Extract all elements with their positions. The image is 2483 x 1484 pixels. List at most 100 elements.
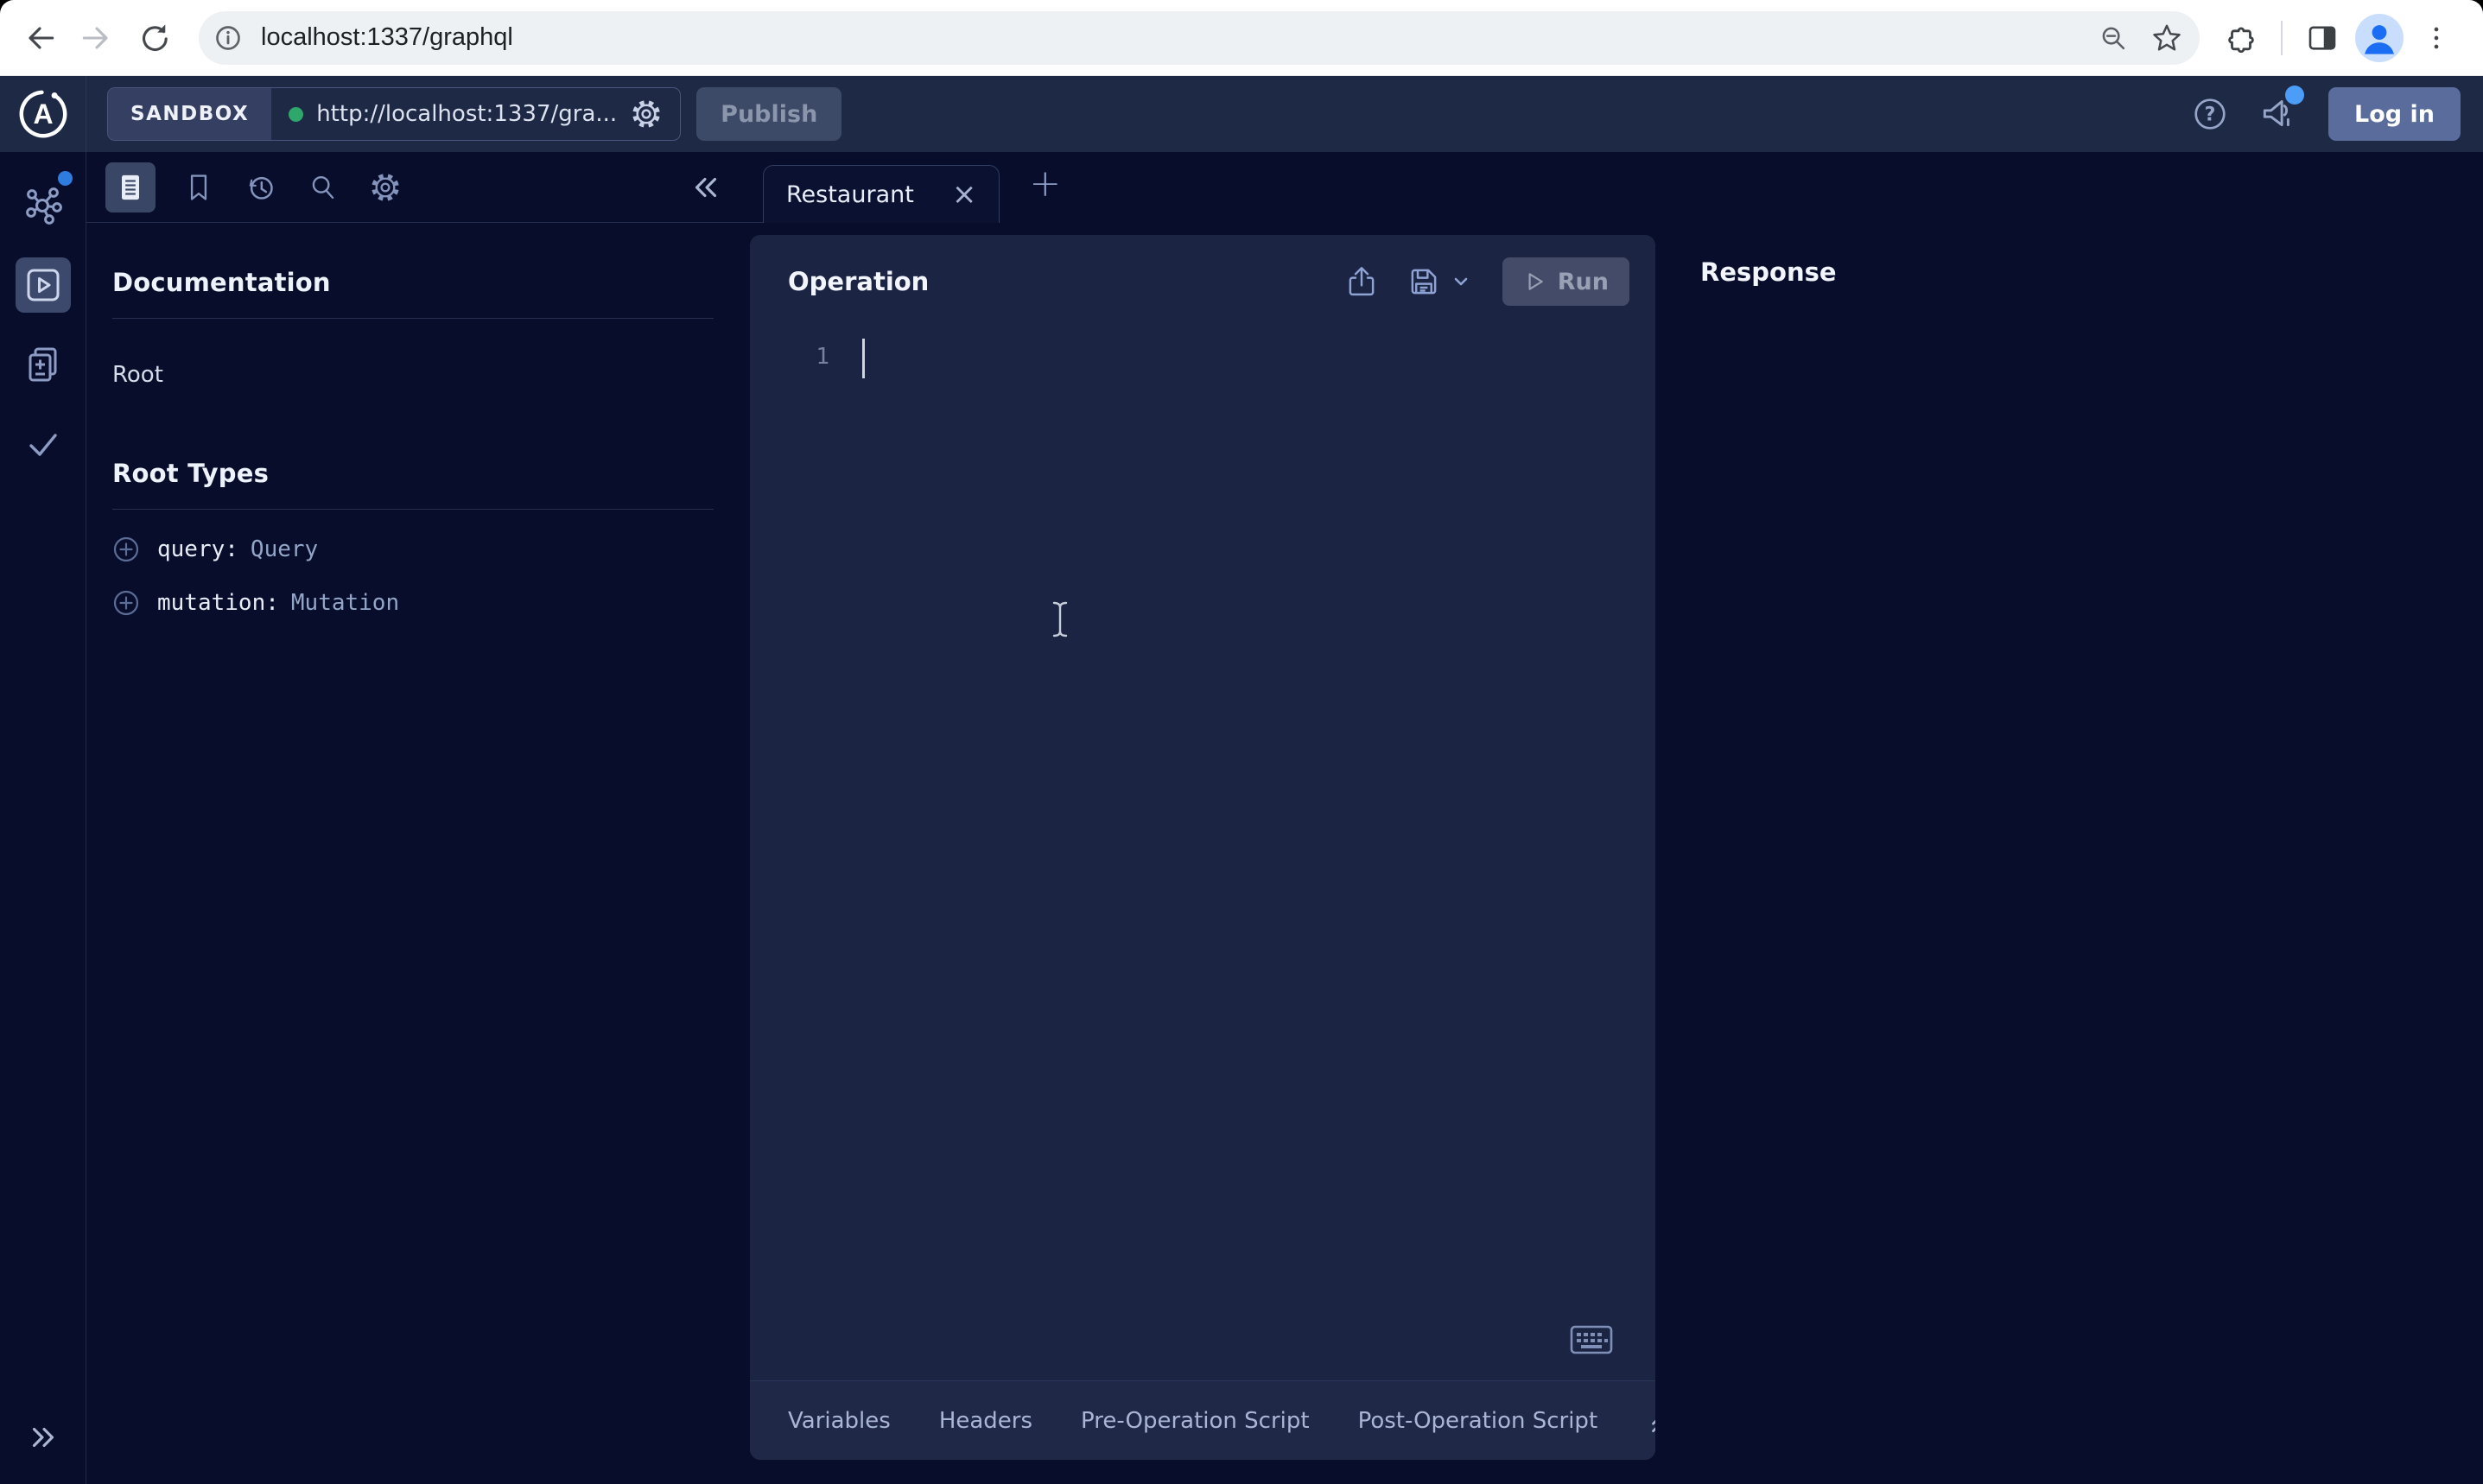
expand-sidebar-button[interactable] (25, 1420, 61, 1458)
history-clock-icon (244, 170, 278, 205)
apollo-header-right: ? Log in (2190, 87, 2461, 141)
post-operation-script-tab[interactable]: Post-Operation Script (1358, 1408, 1598, 1434)
double-chevron-right-icon (25, 1420, 61, 1455)
add-field-icon[interactable] (112, 536, 140, 563)
collapse-docs-button[interactable] (688, 170, 724, 205)
double-chevron-left-icon (688, 170, 724, 205)
document-list-icon (113, 170, 148, 205)
share-operation-icon[interactable] (1343, 263, 1380, 300)
endpoint-url[interactable]: http://localhost:1337/gra... (316, 101, 617, 127)
site-info-button[interactable] (207, 17, 249, 59)
zoom-page-button[interactable] (2092, 17, 2134, 59)
line-number: 1 (750, 344, 829, 1380)
browser-profile-avatar[interactable] (2355, 14, 2404, 62)
nav-schema-button[interactable] (16, 178, 71, 233)
endpoint-cell[interactable]: http://localhost:1337/gra... (271, 88, 680, 140)
help-icon[interactable]: ? (2190, 94, 2230, 134)
documentation-title: Documentation (112, 268, 714, 297)
info-icon (211, 21, 245, 55)
new-tab-button[interactable]: + (1029, 165, 1061, 203)
sandbox-badge: SANDBOX (108, 88, 271, 140)
double-chevron-up-icon (1646, 1406, 1655, 1436)
side-panel-button[interactable] (2298, 14, 2346, 62)
nav-checks-button[interactable] (16, 416, 71, 472)
endpoint-group: SANDBOX http://localhost:1337/gra... (107, 87, 681, 141)
variables-tab[interactable]: Variables (788, 1408, 891, 1434)
schema-notification-dot (58, 171, 73, 186)
reload-icon (135, 19, 173, 57)
workspace: Restaurant × + Operation (750, 152, 2483, 1484)
root-type-row-mutation: mutation: Mutation (112, 589, 714, 617)
add-field-icon[interactable] (112, 589, 140, 617)
notification-dot (2285, 86, 2304, 105)
apollo-logo[interactable]: A (0, 76, 86, 152)
operation-panel: Operation Run (750, 235, 1655, 1460)
browser-reload-button[interactable] (130, 14, 178, 62)
diff-documents-icon (22, 344, 64, 385)
login-button[interactable]: Log in (2328, 87, 2461, 141)
nav-explorer-button[interactable] (16, 257, 71, 313)
headers-tab[interactable]: Headers (939, 1408, 1032, 1434)
connection-settings-gear-icon[interactable] (630, 98, 663, 130)
field-type-link[interactable]: Mutation (291, 590, 399, 616)
root-type-text[interactable]: query: Query (157, 536, 318, 562)
apollo-sandbox-window: localhost:1337/graphql A (0, 0, 2483, 1484)
chevron-down-icon (1451, 271, 1471, 292)
toolbar-divider (2281, 21, 2283, 55)
nav-changelog-button[interactable] (16, 337, 71, 392)
operation-footer: Variables Headers Pre-Operation Script P… (750, 1380, 1655, 1460)
explorer-settings-button[interactable] (366, 168, 404, 206)
root-type-text[interactable]: mutation: Mutation (157, 590, 399, 616)
run-button[interactable]: Run (1502, 257, 1629, 306)
side-panel-icon (2304, 20, 2340, 56)
tab-restaurant[interactable]: Restaurant × (763, 165, 1000, 223)
main-area: Documentation Root Root Types query:Quer… (0, 152, 2483, 1484)
profile-person-icon (2355, 14, 2404, 62)
announcements-button[interactable] (2258, 91, 2301, 137)
apollo-logo-icon: A (16, 87, 70, 141)
documentation-toolbar (86, 152, 750, 223)
url-text[interactable]: localhost:1337/graphql (261, 23, 2080, 52)
divider (112, 318, 714, 319)
browser-address-bar[interactable]: localhost:1337/graphql (199, 11, 2200, 65)
field-name[interactable]: query: (157, 536, 238, 562)
gear-icon (369, 171, 402, 204)
extensions-button[interactable] (2217, 14, 2265, 62)
mouse-ibeam-cursor (1049, 599, 1071, 639)
browser-toolbar: localhost:1337/graphql (0, 0, 2483, 76)
saved-operations-button[interactable] (180, 168, 218, 206)
apollo-header: A SANDBOX http://localhost:1337/gra... P… (0, 76, 2483, 152)
keyboard-shortcuts-icon[interactable] (1569, 1323, 1614, 1356)
browser-back-button[interactable] (16, 14, 64, 62)
bookmark-page-button[interactable] (2146, 17, 2188, 59)
operation-header: Operation Run (750, 235, 1655, 306)
browser-forward-button[interactable] (73, 14, 121, 62)
close-tab-icon[interactable]: × (952, 180, 977, 209)
forward-arrow-icon (78, 19, 116, 57)
root-link[interactable]: Root (112, 362, 714, 388)
search-button[interactable] (304, 168, 342, 206)
publish-button[interactable]: Publish (696, 87, 841, 141)
expand-footer-button[interactable] (1646, 1406, 1655, 1436)
svg-text:A: A (33, 98, 53, 130)
field-type-link[interactable]: Query (251, 536, 318, 562)
history-button[interactable] (242, 168, 280, 206)
play-icon (1523, 270, 1546, 293)
operation-editor[interactable]: 1 (750, 306, 1655, 1380)
workspace-body: Operation Run (750, 223, 2483, 1484)
operation-tab-bar: Restaurant × + (750, 152, 2483, 223)
documentation-panel: Documentation Root Root Types query:Quer… (86, 152, 750, 1484)
divider (112, 509, 714, 510)
response-panel: Response (1655, 223, 2483, 1484)
save-operation-button[interactable] (1406, 263, 1471, 300)
save-floppy-icon (1406, 263, 1442, 300)
connection-status-dot (289, 107, 303, 122)
pre-operation-script-tab[interactable]: Pre-Operation Script (1081, 1408, 1310, 1434)
field-name[interactable]: mutation: (157, 590, 279, 616)
documentation-content: Documentation Root Root Types query:Quer… (86, 223, 750, 617)
tab-label[interactable]: Restaurant (786, 181, 914, 208)
documentation-tab-button[interactable] (105, 162, 156, 212)
left-nav-rail (0, 152, 86, 1484)
browser-menu-button[interactable] (2412, 14, 2461, 62)
graph-schema-icon (22, 185, 64, 226)
